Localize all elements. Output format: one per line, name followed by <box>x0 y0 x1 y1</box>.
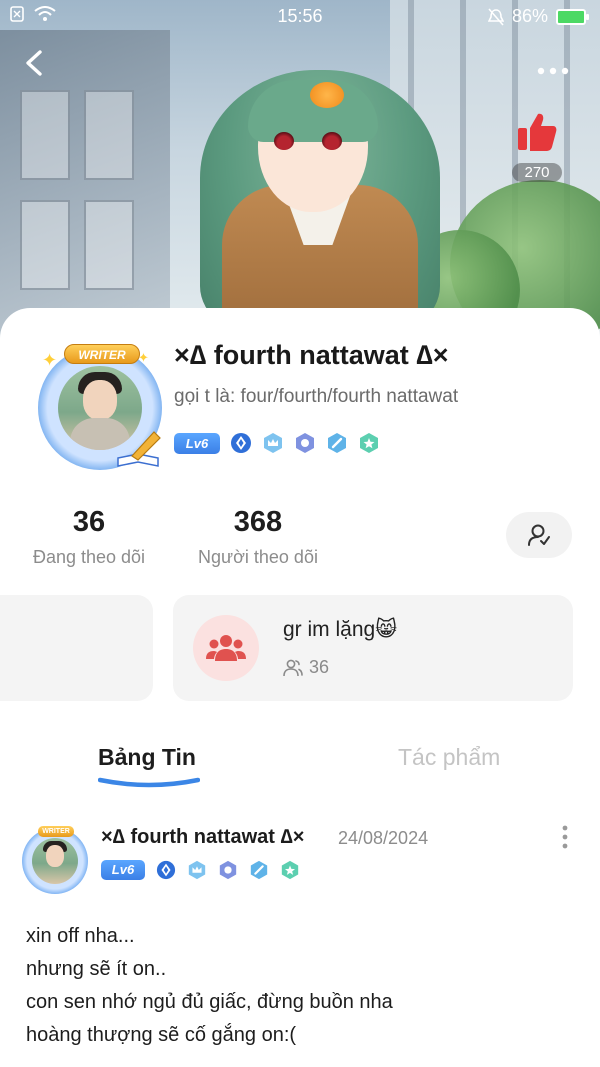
battery-icon <box>556 8 589 25</box>
pen-book-icon <box>117 431 161 467</box>
post-more-icon[interactable] <box>558 824 572 850</box>
quill-medal-icon[interactable] <box>326 432 348 454</box>
star-icon: ✦ <box>138 350 149 365</box>
post-line: nhưng sẽ ít on.. <box>26 958 167 980</box>
level-badge[interactable]: Lv6 <box>174 432 220 454</box>
group-member-count: 36 <box>309 657 330 677</box>
crown-medal-icon[interactable] <box>262 432 284 454</box>
follow-button[interactable] <box>506 512 572 558</box>
post-author-name[interactable]: ×∆ fourth nattawat ∆× <box>101 826 304 849</box>
blue-gem-medal-icon[interactable] <box>156 860 176 880</box>
tab-feed[interactable]: Bảng Tin <box>98 744 196 771</box>
like-button[interactable]: 270 <box>508 110 566 182</box>
post-level-badge[interactable]: Lv6 <box>101 860 145 880</box>
user-follow-icon <box>528 524 550 546</box>
post-body[interactable]: xin off nha... nhưng sẽ ít on.. con sen … <box>26 920 393 1052</box>
more-options-button[interactable] <box>536 56 570 82</box>
active-tab-indicator <box>98 777 200 788</box>
profile-badges: Lv6 <box>174 432 380 454</box>
post-date: 24/08/2024 <box>338 828 429 848</box>
followers-count: 368 <box>233 506 283 538</box>
more-horizontal-icon <box>537 67 569 75</box>
post-line: xin off nha... <box>26 925 135 947</box>
shield-medal-icon[interactable] <box>218 860 238 880</box>
quill-medal-icon[interactable] <box>249 860 269 880</box>
blue-gem-medal-icon[interactable] <box>230 432 252 454</box>
writer-badge: WRITER <box>64 344 140 364</box>
post-author-avatar[interactable]: WRITER <box>20 826 92 894</box>
back-button[interactable] <box>22 48 58 86</box>
post-line: hoàng thượng sẽ cố gắng on:( <box>26 1024 297 1046</box>
star-icon: ✦ <box>42 350 58 370</box>
profile-avatar[interactable]: WRITER ✦ ✦ <box>38 344 162 470</box>
post-line: con sen nhớ ngủ đủ giấc, đừng buồn nha <box>26 991 393 1013</box>
shield-medal-icon[interactable] <box>294 432 316 454</box>
following-count: 36 <box>72 506 106 538</box>
battery-percent: 86% <box>511 6 548 26</box>
notification-muted-icon <box>487 7 504 26</box>
group-card-previous[interactable] <box>0 595 153 701</box>
star-medal-icon[interactable] <box>280 860 300 880</box>
members-icon <box>283 659 303 676</box>
profile-alias: gọi t là: four/fourth/fourth nattawat <box>174 386 459 407</box>
thumbs-up-icon <box>518 113 557 151</box>
following-stat[interactable]: 36 Đang theo dõi <box>26 506 152 568</box>
group-card[interactable]: gr im lặng😸 36 <box>173 595 573 701</box>
post-author-badges: Lv6 <box>101 860 300 880</box>
followers-label: Người theo dõi <box>198 547 318 567</box>
following-label: Đang theo dõi <box>32 547 146 567</box>
followers-stat[interactable]: 368 Người theo dõi <box>188 506 328 568</box>
profile-name: ×∆ fourth nattawat ∆× <box>174 340 449 370</box>
writer-mini-badge: WRITER <box>38 826 74 837</box>
group-title: gr im lặng😸 <box>283 618 398 641</box>
star-medal-icon[interactable] <box>358 432 380 454</box>
status-bar: 15:56 86% <box>0 0 600 32</box>
tab-works[interactable]: Tác phẩm <box>398 744 500 771</box>
crown-medal-icon[interactable] <box>187 860 207 880</box>
like-count: 270 <box>512 163 562 182</box>
group-members: 36 <box>283 657 329 678</box>
chevron-left-icon <box>26 50 42 76</box>
users-group-icon <box>206 635 246 661</box>
group-icon <box>193 615 259 681</box>
